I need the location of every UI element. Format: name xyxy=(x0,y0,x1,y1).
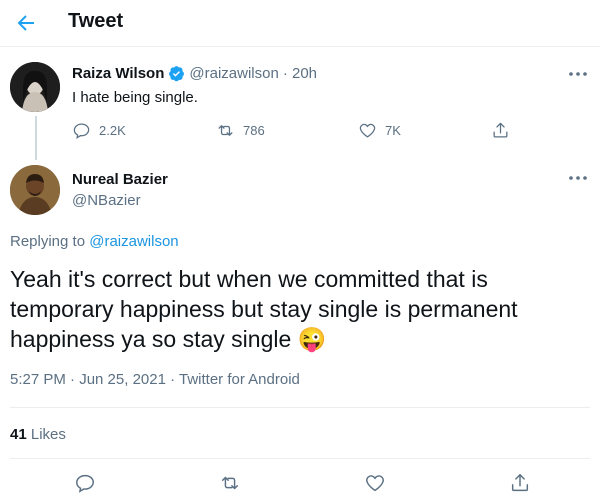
avatar-nureal[interactable] xyxy=(10,165,60,215)
header-bar: Tweet xyxy=(0,0,600,46)
page-title: Tweet xyxy=(68,10,124,32)
reply-count: 2.2K xyxy=(99,123,126,138)
tweet-text-block: Yeah it's correct but when we committed … xyxy=(10,264,570,354)
more-options-icon[interactable] xyxy=(568,175,588,181)
thread-line xyxy=(35,116,37,160)
retweet-icon xyxy=(218,125,233,136)
retweet-count: 786 xyxy=(243,123,265,138)
author-handle[interactable]: @NBazier xyxy=(72,192,141,209)
likes-label: Likes xyxy=(30,426,66,443)
share-icon[interactable] xyxy=(509,472,531,494)
author-name[interactable]: Nureal Bazier xyxy=(72,171,168,188)
header-divider xyxy=(0,46,600,47)
likes-count: 41 xyxy=(10,426,27,443)
stats-divider xyxy=(10,458,590,459)
more-options-icon[interactable] xyxy=(568,71,588,77)
reply-icon xyxy=(73,123,90,139)
reply-icon[interactable] xyxy=(74,472,96,494)
replying-to-handle[interactable]: @raizawilson xyxy=(89,233,178,250)
retweet-action[interactable]: 786 xyxy=(216,121,265,140)
heart-icon xyxy=(359,123,376,138)
replying-to: Replying to @raizawilson xyxy=(10,233,179,250)
avatar-image xyxy=(10,62,60,112)
parent-author-name[interactable]: Raiza Wilson xyxy=(72,65,164,82)
verified-badge-icon xyxy=(169,66,185,82)
replying-to-label: Replying to xyxy=(10,233,86,250)
reply-action[interactable]: 2.2K xyxy=(72,121,126,140)
tweet-text: Yeah it's correct but when we committed … xyxy=(10,266,518,352)
retweet-icon[interactable] xyxy=(219,472,241,494)
share-icon[interactable] xyxy=(491,121,510,140)
heart-icon[interactable] xyxy=(364,472,386,494)
parent-tweet-header: Raiza Wilson @raizawilson · 20h xyxy=(72,65,317,82)
like-action[interactable]: 7K xyxy=(358,121,401,140)
like-count: 7K xyxy=(385,123,401,138)
wink-tongue-emoji: 😜 xyxy=(297,326,327,352)
meta-divider xyxy=(10,407,590,408)
parent-tweet-text: I hate being single. xyxy=(72,89,198,106)
avatar-raiza[interactable] xyxy=(10,62,60,112)
parent-tweet-time[interactable]: · 20h xyxy=(283,65,317,82)
likes-stat[interactable]: 41 Likes xyxy=(10,426,66,443)
tweet-meta[interactable]: 5:27 PM · Jun 25, 2021 · Twitter for And… xyxy=(10,371,300,388)
parent-author-handle[interactable]: @raizawilson xyxy=(189,65,278,82)
avatar-image xyxy=(10,165,60,215)
back-arrow-icon[interactable] xyxy=(14,11,38,35)
